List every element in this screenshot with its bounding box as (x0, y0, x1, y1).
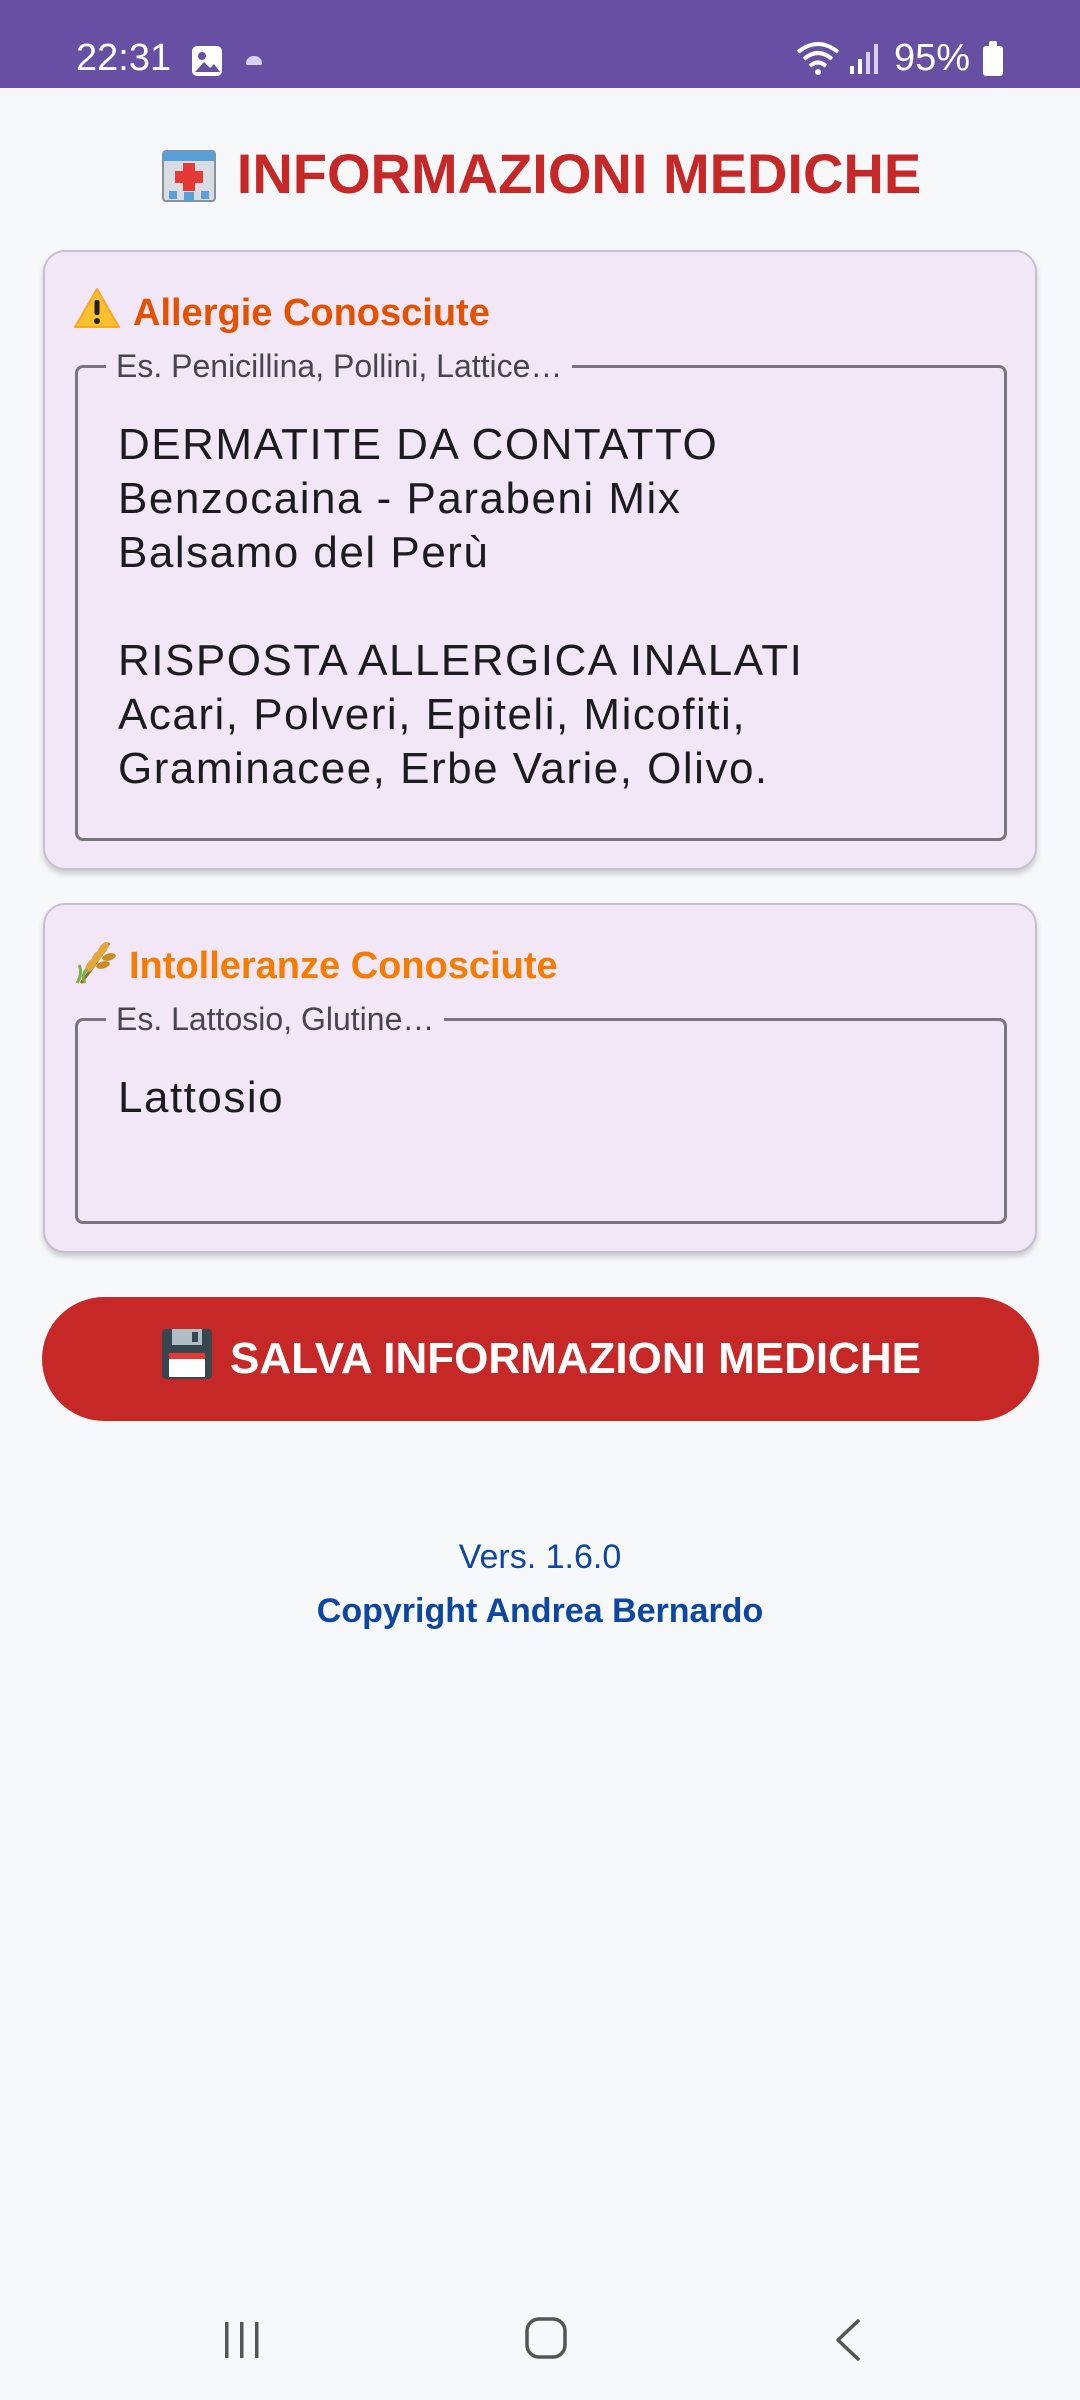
cloud-icon (246, 56, 262, 65)
allergies-card: Allergie Conosciute Es. Penicillina, Pol… (43, 250, 1037, 870)
intolerances-input-value[interactable]: Lattosio (118, 1071, 974, 1125)
status-bar: 22:31 95% (0, 0, 1080, 88)
wheat-icon (73, 937, 117, 995)
signal-icon (848, 42, 880, 81)
save-button[interactable]: SALVA INFORMAZIONI MEDICHE (42, 1297, 1039, 1421)
intolerances-heading-text: Intolleranze Conosciute (129, 944, 558, 987)
status-time: 22:31 (76, 37, 172, 79)
copyright-text: Copyright Andrea Bernardo (316, 1592, 764, 1630)
intolerances-input[interactable]: Es. Lattosio, Glutine… Lattosio (75, 1001, 1007, 1224)
battery-icon (983, 41, 1003, 76)
allergies-input-value[interactable]: DERMATITE DA CONTATTO Benzocaina - Parab… (118, 418, 974, 796)
allergies-input[interactable]: Es. Penicillina, Pollini, Lattice… DERMA… (75, 348, 1007, 841)
save-button-label: SALVA INFORMAZIONI MEDICHE (230, 1334, 921, 1383)
app-version: Vers. 1.6.0 (458, 1538, 622, 1576)
system-navigation-bar (0, 2270, 1080, 2400)
hospital-icon (159, 143, 219, 203)
page-title: INFORMAZIONI MEDICHE (0, 138, 1080, 208)
intolerances-card: Intolleranze Conosciute Es. Lattosio, Gl… (43, 903, 1037, 1253)
intolerances-heading: Intolleranze Conosciute (73, 941, 558, 991)
wifi-icon (796, 40, 840, 81)
allergies-heading: Allergie Conosciute (73, 288, 490, 338)
gallery-icon (190, 44, 224, 83)
back-icon[interactable] (832, 2318, 862, 2367)
battery-percentage: 95% (894, 37, 971, 79)
warning-icon (73, 286, 121, 340)
allergies-input-label: Es. Penicillina, Pollini, Lattice… (106, 348, 573, 384)
home-icon[interactable] (524, 2316, 568, 2365)
intolerances-input-label: Es. Lattosio, Glutine… (106, 1001, 445, 1037)
recents-icon[interactable] (222, 2320, 262, 2365)
allergies-heading-text: Allergie Conosciute (133, 291, 490, 334)
page-title-text: INFORMAZIONI MEDICHE (236, 141, 922, 205)
floppy-disk-icon (160, 1327, 214, 1392)
